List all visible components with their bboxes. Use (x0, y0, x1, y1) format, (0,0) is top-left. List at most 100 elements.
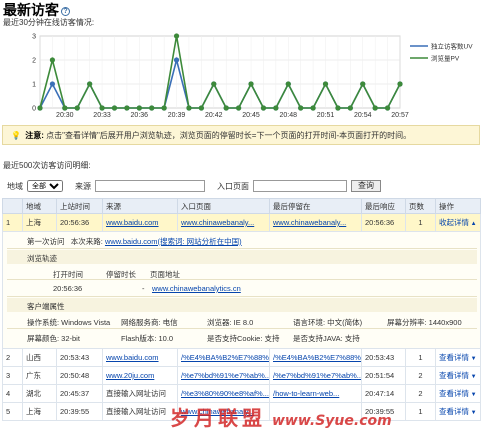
trail-open-time: 20:56:36 (53, 284, 83, 293)
col-action: 操作 (435, 198, 481, 214)
data-point (149, 105, 155, 111)
detail-row: 第一次访问 本次来路: www.baidu.com(搜索词: 网站分析在中国) … (2, 231, 481, 349)
row-region: 湖北 (22, 384, 57, 403)
row-region: 上海 (22, 402, 57, 421)
data-point (124, 105, 130, 111)
chevron-down-icon: ▼ (469, 392, 477, 398)
data-point (37, 105, 43, 111)
row-source-link[interactable]: www.baidu.com (106, 218, 159, 227)
data-point (111, 105, 118, 111)
table-row: 3 广东 20:50:48 www.20ju.com /%e7%bd%91%e7… (2, 366, 481, 385)
search-button[interactable]: 查询 (351, 180, 381, 192)
table-row: 4 湖北 20:45:37 直接输入网址访问 /%e3%80%90%e8%af%… (2, 384, 481, 403)
region-select[interactable]: 全部 (27, 180, 63, 192)
data-point (87, 81, 93, 87)
chevron-down-icon: ▼ (469, 356, 477, 362)
chevron-down-icon: ▼ (469, 410, 477, 416)
row-pages: 2 (405, 384, 436, 403)
row-index: 2 (2, 348, 23, 367)
data-point (298, 105, 304, 111)
x-tick-label: 20:48 (280, 112, 298, 119)
data-point (74, 105, 80, 111)
chevron-down-icon: ▼ (469, 374, 477, 380)
page-title-text: 最新访客 (3, 2, 59, 18)
col-index (2, 198, 23, 214)
source-label: 来源 (75, 181, 91, 191)
view-details-button[interactable]: 查看详情 (439, 353, 469, 362)
view-details-button[interactable]: 查看详情 (439, 371, 469, 380)
row-last-link[interactable]: /%e7%bd%91%e7%ab%... (273, 371, 361, 380)
row-index: 1 (2, 213, 23, 232)
data-point (397, 81, 403, 87)
row-time: 20:45:37 (56, 384, 103, 403)
client-browser: 浏览器: IE 8.0 (207, 318, 254, 327)
x-tick-label: 20:45 (242, 112, 260, 119)
row-source-link[interactable]: www.20ju.com (106, 371, 154, 380)
row-index: 4 (2, 384, 23, 403)
data-point (384, 105, 391, 111)
data-point (310, 105, 316, 111)
notice-label: 注意: (25, 131, 44, 140)
view-details-button[interactable]: 查看详情 (439, 407, 469, 416)
entry-page-input[interactable] (253, 180, 347, 192)
row-region: 山西 (22, 348, 57, 367)
data-point (186, 105, 192, 111)
data-point (62, 105, 68, 111)
data-point (372, 105, 378, 111)
y-tick-label: 0 (32, 106, 36, 113)
col-entry: 入口页面 (177, 198, 270, 214)
row-last-link[interactable]: /%E4%BA%B2%E7%88%... (273, 353, 361, 362)
chart-subtitle: 最近30分钟在线访客情况: (3, 18, 95, 27)
first-visit-label: 第一次访问 (27, 237, 65, 246)
watermark-text: 岁月联盟 (170, 406, 266, 430)
client-section-title: 客户端属性 (7, 298, 477, 312)
notice-text: 点击"查看详情"后展开用户浏览轨迹，浏览页面的停留时长=下一个页面的打开时间-本… (46, 131, 412, 140)
entry-page-label: 入口页面 (217, 181, 249, 191)
table-header-row: 地域 上站时间 来源 入口页面 最后停留在 最后响应 页数 操作 (2, 198, 481, 214)
trail-page-link[interactable]: www.chinawebanalytics.cn (152, 284, 241, 293)
x-tick-label: 20:30 (56, 112, 74, 119)
data-point (273, 105, 279, 111)
y-tick-label: 1 (32, 82, 36, 89)
row-index: 5 (2, 402, 23, 421)
chevron-up-icon: ▲ (469, 221, 477, 227)
row-pages: 1 (405, 213, 436, 232)
row-source-link[interactable]: www.baidu.com (106, 353, 159, 362)
client-resolution: 屏幕分辨率: 1440x900 (387, 318, 462, 327)
col-last: 最后停留在 (269, 198, 362, 214)
row-entry-link[interactable]: /%e7%bd%91%e7%ab%... (181, 371, 269, 380)
row-pages: 1 (405, 402, 436, 421)
row-region: 上海 (22, 213, 57, 232)
collapse-details-button[interactable]: 收起详情 (439, 218, 469, 227)
row-entry-link[interactable]: /%E4%BA%B2%E7%88%... (181, 353, 269, 362)
data-point (99, 105, 105, 111)
row-last-link[interactable]: www.chinawebanaly... (273, 218, 346, 227)
divider (7, 296, 477, 297)
table-row: 2 山西 20:53:43 www.baidu.com /%E4%BA%B2%E… (2, 348, 481, 367)
visits-table: 地域 上站时间 来源 入口页面 最后停留在 最后响应 页数 操作 1 上海 20… (2, 198, 481, 421)
help-icon[interactable]: ? (61, 6, 70, 16)
y-tick-label: 2 (32, 58, 36, 65)
x-tick-label: 20:42 (205, 112, 223, 119)
row-index: 3 (2, 366, 23, 385)
source-input[interactable] (95, 180, 205, 192)
data-point (198, 105, 204, 111)
row-last-link[interactable]: /how-to-learn-web... (273, 389, 339, 398)
view-details-button[interactable]: 查看详情 (439, 389, 469, 398)
data-point (211, 81, 217, 87)
row-entry-link[interactable]: www.chinawebanaly... (181, 218, 254, 227)
col-pages: 页数 (405, 198, 436, 214)
data-point (136, 105, 142, 111)
watermark: 岁月联盟 www.Syue.com (170, 402, 392, 431)
row-region: 广东 (22, 366, 57, 385)
client-os: 操作系统: Windows Vista (27, 318, 111, 327)
data-point (260, 105, 267, 111)
row-time: 20:56:36 (56, 213, 103, 232)
row-entry-link[interactable]: /%e3%80%90%e8%af%... (181, 389, 269, 398)
legend-label: 浏览量PV (431, 54, 460, 63)
this-visit-link[interactable]: www.baidu.com(搜索词: 网站分析在中国) (105, 237, 242, 246)
row-source: 直接输入网址访问 (102, 402, 178, 421)
recent-visits-label: 最近500次访客访问明细: (3, 161, 91, 170)
client-flash: Flash版本: 10.0 (121, 334, 174, 343)
visit-detail-panel: 第一次访问 本次来路: www.baidu.com(搜索词: 网站分析在中国) … (4, 233, 480, 348)
